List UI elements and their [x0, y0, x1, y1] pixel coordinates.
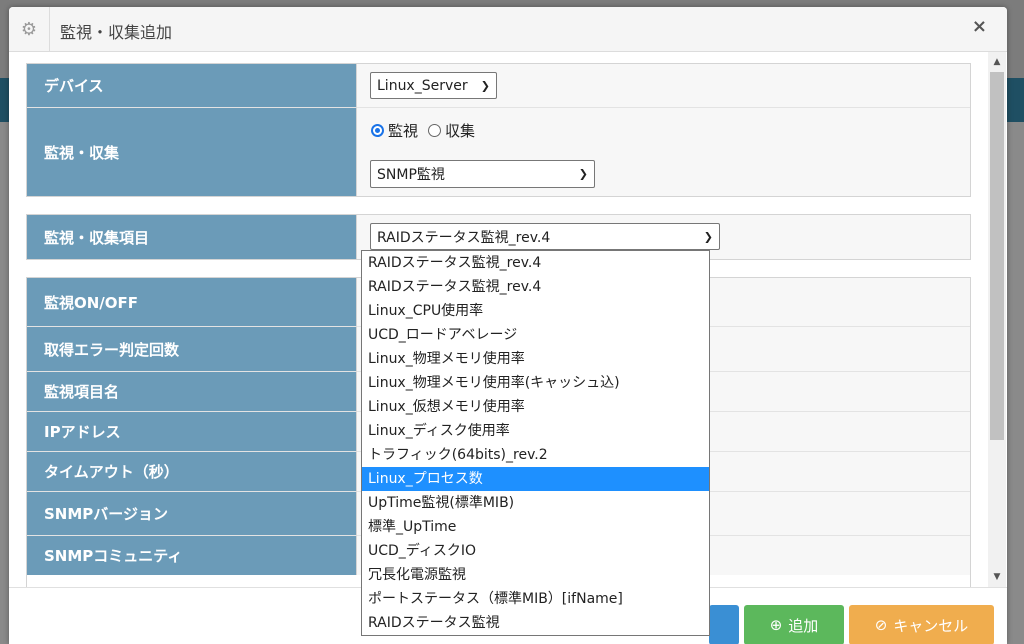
ban-icon: ⊘: [874, 616, 888, 634]
dropdown-option[interactable]: トラフィック(64bits)_rev.2: [362, 443, 709, 467]
background-app-navbar-right: [1006, 78, 1024, 122]
dropdown-option[interactable]: UCD_ディスクIO: [362, 539, 709, 563]
dropdown-option[interactable]: Linux_物理メモリ使用率: [362, 347, 709, 371]
item-label: 監視・収集項目: [27, 215, 356, 259]
dropdown-option[interactable]: ポートステータス（標準MIB）[ifName]: [362, 587, 709, 611]
dropdown-option[interactable]: Linux_ディスク使用率: [362, 419, 709, 443]
dropdown-option[interactable]: 冗長化電源監視: [362, 563, 709, 587]
gear-icon: ⚙: [9, 7, 50, 51]
scroll-up-arrow-icon[interactable]: ▲: [988, 54, 1006, 70]
dropdown-option-highlighted[interactable]: Linux_プロセス数: [362, 467, 709, 491]
radio-collect[interactable]: [428, 124, 442, 137]
detail-label: 取得エラー判定回数: [27, 326, 356, 371]
dropdown-option[interactable]: UCD_ロードアベレージ: [362, 323, 709, 347]
radio-monitor[interactable]: [371, 124, 384, 137]
vertical-scrollbar[interactable]: ▲ ▼: [988, 52, 1006, 587]
dialog-title: 監視・収集追加: [60, 23, 173, 42]
detail-label: IPアドレス: [27, 411, 356, 451]
dropdown-option[interactable]: Linux_物理メモリ使用率(キャッシュ込): [362, 371, 709, 395]
dropdown-option[interactable]: RAIDステータス監視_rev.4: [362, 275, 709, 299]
chevron-down-icon: ❯: [480, 79, 490, 92]
radio-collect-label: 収集: [445, 122, 476, 140]
mode-label: 監視・収集: [27, 107, 356, 196]
detail-label: 監視ON/OFF: [27, 278, 356, 326]
detail-label: 監視項目名: [27, 371, 356, 411]
chevron-down-icon: ❯: [578, 167, 588, 181]
item-dropdown-list: RAIDステータス監視_rev.4 RAIDステータス監視_rev.4 Linu…: [361, 250, 710, 636]
cancel-button[interactable]: ⊘ キャンセル: [849, 605, 994, 644]
plus-circle-icon: ⊕: [769, 616, 783, 634]
dropdown-option[interactable]: Linux_CPU使用率: [362, 299, 709, 323]
cancel-button-label: キャンセル: [893, 616, 969, 635]
dropdown-option[interactable]: RAIDステータス監視_rev.4: [362, 251, 709, 275]
dropdown-option[interactable]: 標準_UpTime: [362, 515, 709, 539]
item-select[interactable]: RAIDステータス監視_rev.4 ❯: [370, 223, 720, 250]
dropdown-option[interactable]: Linux_仮想メモリ使用率: [362, 395, 709, 419]
add-button[interactable]: ⊕ 追加: [744, 605, 844, 644]
dropdown-option[interactable]: UpTime監視(標準MIB): [362, 491, 709, 515]
mode-radio-group: 監視 収集: [371, 120, 475, 141]
device-select-value: Linux_Server: [377, 77, 468, 94]
detail-label: SNMPコミュニティ: [27, 535, 356, 575]
radio-monitor-label: 監視: [388, 122, 419, 140]
chevron-down-icon: ❯: [703, 230, 713, 243]
scroll-down-arrow-icon[interactable]: ▼: [988, 569, 1006, 585]
device-row: デバイス Linux_Server ❯: [27, 64, 970, 107]
close-button[interactable]: ×: [972, 16, 987, 37]
monitor-type-select[interactable]: SNMP監視 ❯: [370, 160, 595, 188]
mode-row: 監視・収集 監視 収集 SNMP監視 ❯: [27, 107, 970, 196]
detail-label: タイムアウト（秒）: [27, 451, 356, 491]
item-select-value: RAIDステータス監視_rev.4: [377, 229, 551, 246]
dropdown-option[interactable]: RAIDステータス監視: [362, 611, 709, 635]
scrollbar-thumb[interactable]: [990, 72, 1004, 440]
device-select[interactable]: Linux_Server ❯: [370, 72, 497, 99]
primary-button[interactable]: [709, 605, 739, 644]
device-label: デバイス: [27, 64, 356, 107]
monitor-type-value: SNMP監視: [377, 167, 445, 183]
dialog-header: ⚙ 監視・収集追加 ×: [9, 7, 1007, 52]
device-section: デバイス Linux_Server ❯ 監視・収集 監視 収集 SNMP監視 ❯: [26, 63, 971, 197]
add-button-label: 追加: [788, 616, 819, 635]
detail-label: SNMPバージョン: [27, 491, 356, 535]
